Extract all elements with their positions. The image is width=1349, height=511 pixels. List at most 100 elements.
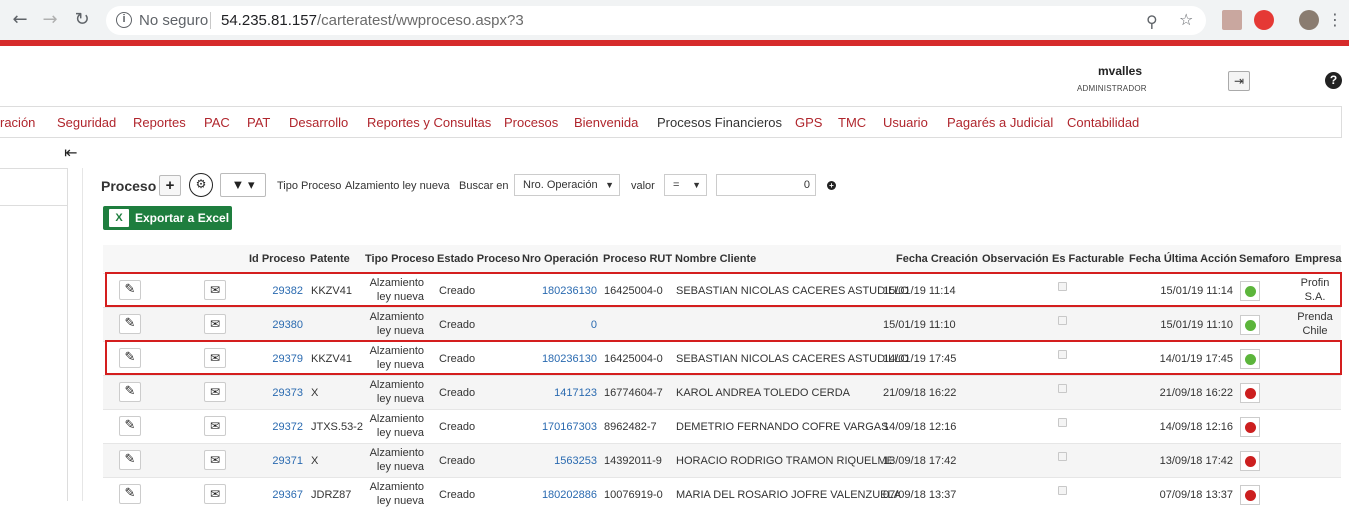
table-row[interactable]: ✎ ✉ 29373 X Alzamiento ley nueva Creado 141712… — [103, 375, 1341, 409]
menu-item-desarrollo[interactable]: Desarrollo — [289, 115, 348, 130]
cell-nro-operacion[interactable]: 180202886 — [523, 489, 597, 501]
cell-tipo-proceso: Alzamiento ley nueva — [369, 481, 424, 507]
facturable-checkbox[interactable] — [1058, 384, 1067, 393]
menu-item-contabilidad[interactable]: Contabilidad — [1067, 115, 1139, 130]
menu-item-seguridad[interactable]: Seguridad — [57, 115, 116, 130]
col-es-facturable[interactable]: Es Facturable — [1052, 253, 1124, 265]
info-icon[interactable]: i — [116, 12, 132, 28]
edit-pencil-icon[interactable]: ✎ — [119, 382, 141, 402]
col-nro-operacion[interactable]: Nro Operación — [522, 253, 598, 265]
cell-id-proceso[interactable]: 29373 — [253, 387, 303, 399]
col-empresa[interactable]: Empresa — [1295, 253, 1341, 265]
logout-icon[interactable]: ⇥ — [1228, 71, 1250, 91]
mail-icon[interactable]: ✉ — [204, 484, 226, 504]
pdf-extension-icon[interactable] — [1222, 10, 1242, 30]
menu-item-tmc[interactable]: TMC — [838, 115, 866, 130]
mail-icon[interactable]: ✉ — [204, 314, 226, 334]
menu-item-bienvenida[interactable]: Bienvenida — [574, 115, 638, 130]
cell-nro-operacion[interactable]: 0 — [523, 319, 597, 331]
cell-estado-proceso: Creado — [439, 489, 476, 501]
zoom-icon[interactable]: ⚲ — [1146, 12, 1158, 31]
facturable-checkbox[interactable] — [1058, 418, 1067, 427]
profile-avatar[interactable] — [1299, 10, 1319, 30]
browser-toolbar: ← → ↻ i No seguro 54.235.81.157/carterat… — [0, 0, 1349, 40]
back-arrow-icon[interactable]: ← — [10, 10, 30, 30]
divider — [0, 205, 68, 206]
cell-id-proceso[interactable]: 29367 — [253, 489, 303, 501]
facturable-checkbox[interactable] — [1058, 316, 1067, 325]
menu-item-pagares-judicial[interactable]: Pagarés a Judicial — [947, 115, 1053, 130]
divider — [210, 12, 211, 29]
menu-item-pac[interactable]: PAC — [204, 115, 230, 130]
menu-item-pat[interactable]: PAT — [247, 115, 270, 130]
menu-item-administracion[interactable]: ración — [0, 115, 35, 130]
cell-fecha-creacion: 14/09/18 12:16 — [883, 421, 957, 433]
help-icon[interactable]: ? — [1325, 72, 1342, 89]
menu-item-procesos-financieros[interactable]: Procesos Financieros — [657, 115, 782, 130]
edit-pencil-icon[interactable]: ✎ — [119, 484, 141, 504]
table-row[interactable]: ✎ ✉ 29371 X Alzamiento ley nueva Creado 156325… — [103, 443, 1341, 477]
menu-item-reportes[interactable]: Reportes — [133, 115, 186, 130]
col-patente[interactable]: Patente — [310, 253, 350, 265]
menu-item-gps[interactable]: GPS — [795, 115, 822, 130]
col-id-proceso[interactable]: Id Proceso — [249, 253, 305, 265]
col-fecha-creacion[interactable]: Fecha Creación — [896, 253, 978, 265]
reload-icon[interactable]: ↻ — [72, 10, 92, 30]
export-excel-button[interactable]: X Exportar a Excel — [103, 206, 232, 230]
buscar-en-select[interactable]: Nro. Operación ▼ — [514, 174, 620, 196]
cell-patente: JDRZ87 — [311, 489, 352, 501]
edit-pencil-icon[interactable]: ✎ — [119, 314, 141, 334]
extension-badge-icon[interactable] — [1254, 10, 1274, 30]
table-row[interactable]: ✎ ✉ 29367 JDRZ87 Alzamiento ley nueva Creado 1… — [103, 477, 1341, 511]
collapse-sidebar-icon[interactable]: ⇤ — [64, 143, 77, 162]
add-button[interactable]: + — [159, 175, 181, 196]
operator-select[interactable]: = ▼ — [664, 174, 707, 196]
menu-kebab-icon[interactable]: ⋮ — [1325, 10, 1345, 30]
status-dot-icon — [1245, 422, 1256, 433]
cell-nombre-cliente: KAROL ANDREA TOLEDO CERDA — [676, 387, 851, 399]
star-bookmark-icon[interactable]: ☆ — [1179, 10, 1193, 29]
cell-proceso-rut: 14392011-9 — [604, 455, 662, 467]
menu-item-usuario[interactable]: Usuario — [883, 115, 928, 130]
menu-item-reportes-consultas[interactable]: Reportes y Consultas — [367, 115, 491, 130]
edit-pencil-icon[interactable]: ✎ — [119, 416, 141, 436]
edit-pencil-icon[interactable]: ✎ — [119, 450, 141, 470]
facturable-checkbox[interactable] — [1058, 486, 1067, 495]
menu-item-procesos[interactable]: Procesos — [504, 115, 558, 130]
col-proceso-rut[interactable]: Proceso RUT — [603, 253, 672, 265]
table-row[interactable]: ✎ ✉ 29372 JTXS.53-2 Alzamiento ley nueva Crea… — [103, 409, 1341, 443]
mail-icon[interactable]: ✉ — [204, 450, 226, 470]
filter-dropdown-button[interactable]: ▼ ▾ — [220, 173, 266, 197]
cell-id-proceso[interactable]: 29371 — [253, 455, 303, 467]
col-fecha-ultima-accion[interactable]: Fecha Última Acción — [1129, 253, 1237, 265]
valor-input[interactable]: 0 — [716, 174, 816, 196]
add-filter-icon[interactable]: + — [827, 181, 836, 190]
cell-nro-operacion[interactable]: 170167303 — [523, 421, 597, 433]
main-menu: ración Seguridad Reportes PAC PAT Desarr… — [0, 106, 1342, 138]
col-nombre-cliente[interactable]: Nombre Cliente — [675, 253, 756, 265]
col-estado-proceso[interactable]: Estado Proceso — [437, 253, 520, 265]
cell-estado-proceso: Creado — [439, 387, 476, 399]
cell-nro-operacion[interactable]: 1563253 — [523, 455, 597, 467]
col-observacion[interactable]: Observación — [982, 253, 1049, 265]
table-row[interactable]: ✎ ✉ 29380 Alzamiento ley nueva Creado 0 15/01/… — [103, 307, 1341, 341]
facturable-checkbox[interactable] — [1058, 452, 1067, 461]
settings-gear-icon[interactable]: ⚙ — [189, 173, 213, 197]
cell-tipo-proceso: Alzamiento ley nueva — [369, 413, 424, 439]
url-text[interactable]: 54.235.81.157/carteratest/wwproceso.aspx… — [221, 12, 524, 29]
cell-fecha-ultima-accion: 13/09/18 17:42 — [1159, 455, 1233, 467]
address-bar[interactable]: i No seguro 54.235.81.157/carteratest/ww… — [106, 6, 1206, 35]
cell-nro-operacion[interactable]: 1417123 — [523, 387, 597, 399]
mail-icon[interactable]: ✉ — [204, 382, 226, 402]
col-semaforo[interactable]: Semaforo — [1239, 253, 1290, 265]
cell-proceso-rut: 16774604-7 — [604, 387, 663, 399]
caret-down-icon: ▼ — [692, 180, 701, 190]
mail-icon[interactable]: ✉ — [204, 416, 226, 436]
valor-label: valor — [631, 180, 655, 192]
cell-id-proceso[interactable]: 29372 — [253, 421, 303, 433]
status-dot-icon — [1245, 320, 1256, 331]
col-tipo-proceso[interactable]: Tipo Proceso — [365, 253, 434, 265]
semaforo-indicator — [1240, 451, 1260, 471]
forward-arrow-icon[interactable]: → — [40, 10, 60, 30]
cell-id-proceso[interactable]: 29380 — [253, 319, 303, 331]
